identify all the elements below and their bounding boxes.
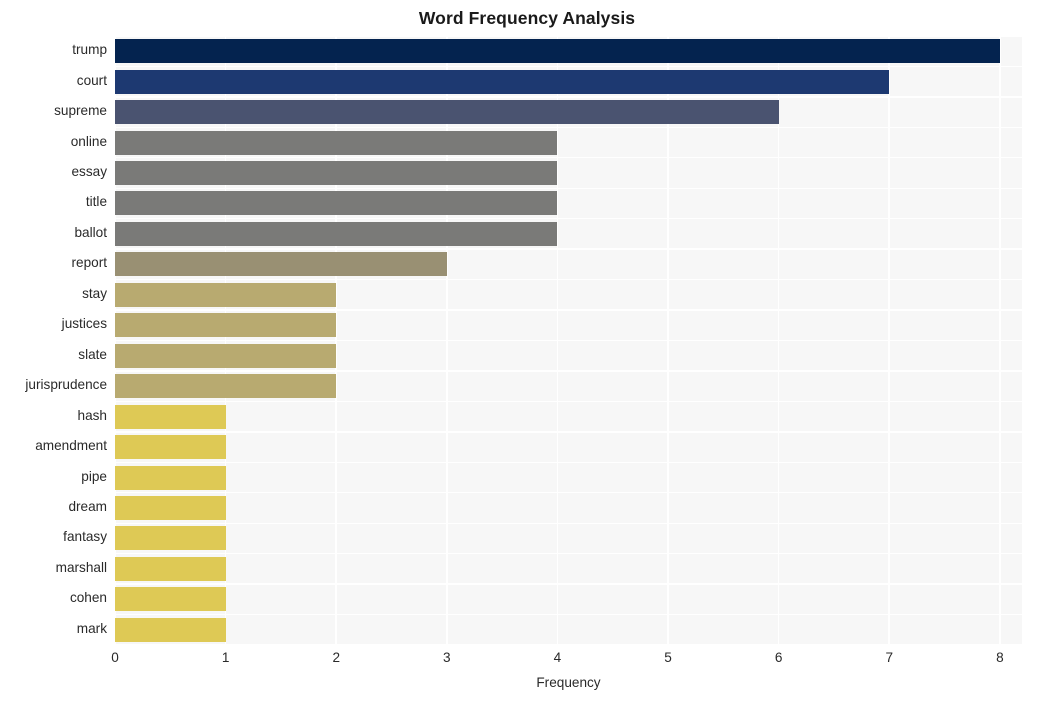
bar [115, 100, 779, 125]
gridline-horizontal [115, 461, 1022, 463]
bar-rect [115, 587, 226, 612]
bar [115, 252, 447, 277]
y-tick-label: hash [77, 407, 107, 423]
bar-rect [115, 313, 337, 338]
y-tick-label: online [70, 133, 107, 149]
gridline-horizontal [115, 309, 1022, 311]
x-tick-label: 4 [553, 650, 562, 665]
y-tick-label: justices [61, 316, 107, 332]
bar [115, 161, 558, 186]
gridline-horizontal [115, 187, 1022, 189]
bar-rect [115, 282, 337, 307]
y-tick-label: supreme [54, 103, 107, 119]
y-tick-label: mark [76, 620, 107, 636]
x-tick-label: 3 [443, 650, 451, 665]
bar-rect [115, 343, 337, 368]
gridline-horizontal [115, 126, 1022, 129]
x-axis-tick-labels: 0 1 2 3 4 5 6 7 8 [0, 650, 1054, 672]
bar [115, 374, 337, 399]
plot-area [115, 36, 1022, 645]
bar [115, 587, 226, 612]
bar [115, 282, 337, 307]
x-tick-label: 1 [221, 650, 230, 665]
gridline-horizontal [115, 644, 1022, 645]
bar-rect [115, 617, 226, 642]
bar [115, 313, 337, 338]
bar-rect [115, 130, 558, 155]
gridline-horizontal [115, 522, 1022, 524]
bar [115, 556, 226, 581]
bar [115, 130, 558, 155]
y-tick-label: essay [71, 164, 107, 180]
y-axis-tick-labels: trump court supreme online essay title ballot r… [0, 36, 107, 645]
x-tick-label: 5 [664, 650, 672, 665]
bar-rect [115, 161, 558, 186]
y-tick-label: ballot [74, 224, 108, 240]
bar-rect [115, 526, 226, 551]
bar [115, 69, 890, 94]
bar [115, 404, 226, 429]
bar [115, 495, 226, 520]
bar-rect [115, 495, 226, 520]
x-tick-label: 8 [996, 650, 1004, 665]
chart-title: Word Frequency Analysis [418, 8, 636, 28]
y-tick-label: dream [68, 498, 107, 514]
bar [115, 39, 1000, 64]
word-frequency-chart: Word Frequency Analysis trump court suprem… [0, 0, 1054, 701]
gridline-horizontal [115, 552, 1022, 555]
y-tick-label: amendment [35, 438, 107, 454]
gridline-horizontal [115, 339, 1022, 342]
gridline-horizontal [115, 278, 1022, 281]
bar [115, 617, 226, 642]
bar-rect [115, 191, 558, 216]
y-tick-label: fantasy [63, 529, 107, 545]
y-tick-label: trump [72, 42, 107, 58]
x-tick-label: 2 [332, 650, 340, 665]
bar-rect [115, 435, 226, 460]
gridline-horizontal [115, 400, 1022, 403]
bar [115, 526, 226, 551]
y-tick-label: stay [82, 285, 107, 301]
bar-rect [115, 252, 447, 277]
bar-rect [115, 465, 226, 490]
bar-rect [115, 100, 779, 125]
y-tick-label: jurisprudence [25, 377, 107, 393]
y-tick-label: title [85, 194, 107, 210]
bar-rect [115, 404, 226, 429]
bar-rect [115, 69, 890, 94]
gridline-horizontal [115, 492, 1022, 494]
y-tick-label: report [71, 255, 107, 271]
gridline-horizontal [115, 218, 1022, 220]
x-tick-label: 0 [111, 650, 119, 665]
gridline-horizontal [115, 248, 1022, 250]
gridline-horizontal [115, 96, 1022, 98]
y-tick-label: court [76, 72, 107, 88]
bar [115, 465, 226, 490]
bar [115, 191, 558, 216]
bar [115, 221, 558, 246]
bar-rect [115, 221, 558, 246]
bar [115, 435, 226, 460]
gridline-horizontal [115, 613, 1022, 616]
gridline-horizontal [115, 157, 1022, 159]
gridline-horizontal [115, 36, 1022, 37]
bar-rect [115, 556, 226, 581]
bar-rect [115, 374, 337, 399]
bar [115, 343, 337, 368]
y-tick-label: slate [78, 346, 107, 362]
x-tick-label: 6 [774, 650, 783, 665]
x-tick-label: 7 [885, 650, 894, 665]
gridline-horizontal [115, 65, 1022, 68]
bar-rect [115, 39, 1000, 64]
gridline-horizontal [115, 370, 1022, 372]
y-tick-label: pipe [81, 468, 107, 484]
gridline-horizontal [115, 431, 1022, 433]
x-axis-title: Frequency [536, 675, 601, 690]
y-tick-label: cohen [69, 590, 107, 606]
y-tick-label: marshall [55, 559, 107, 575]
gridline-horizontal [115, 583, 1022, 585]
